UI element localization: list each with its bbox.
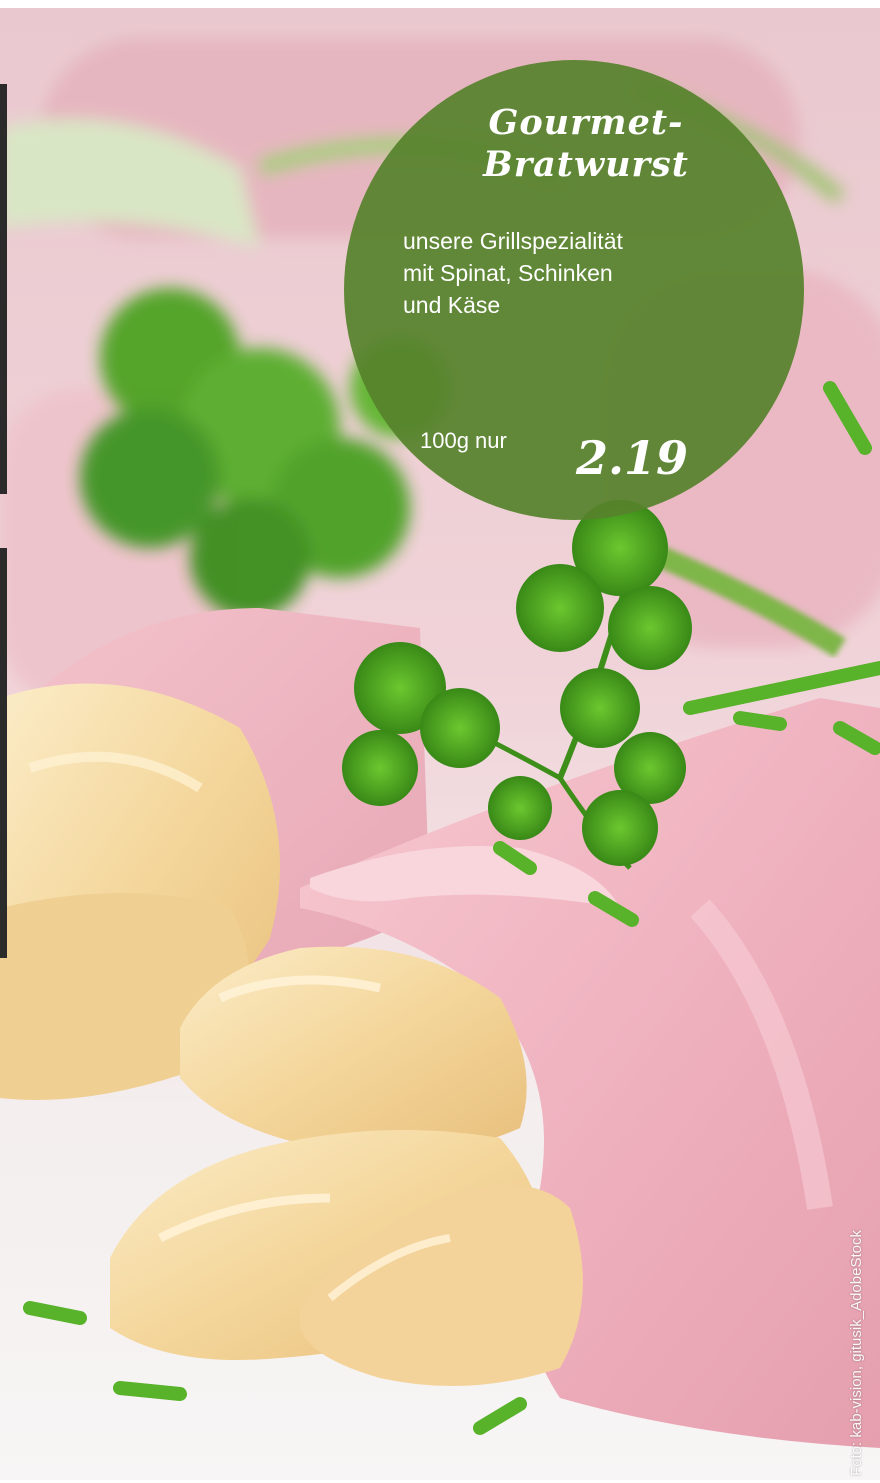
product-description: unsere Grillspezialität mit Spinat, Schi… — [403, 225, 683, 321]
product-title-line2: Bratwurst — [483, 144, 689, 185]
product-title: Gourmet- Bratwurst — [356, 102, 816, 186]
description-line: unsere Grillspezialität — [403, 228, 623, 254]
description-line: und Käse — [403, 292, 501, 318]
description-line: mit Spinat, Schinken — [403, 260, 613, 286]
price: 2.19 — [576, 431, 689, 485]
product-title-line1: Gourmet- — [488, 102, 684, 143]
unit-label: 100g nur — [420, 428, 507, 453]
price-badge: Gourmet- Bratwurst unsere Grillspezialit… — [344, 60, 804, 520]
photo-credit: Foto: kab-vision, gitusik_AdobeStock — [848, 1230, 865, 1476]
left-edge-strip — [0, 84, 7, 494]
left-edge-strip — [0, 548, 7, 958]
offer-card[interactable]: Gourmet- Bratwurst unsere Grillspezialit… — [0, 8, 880, 1480]
